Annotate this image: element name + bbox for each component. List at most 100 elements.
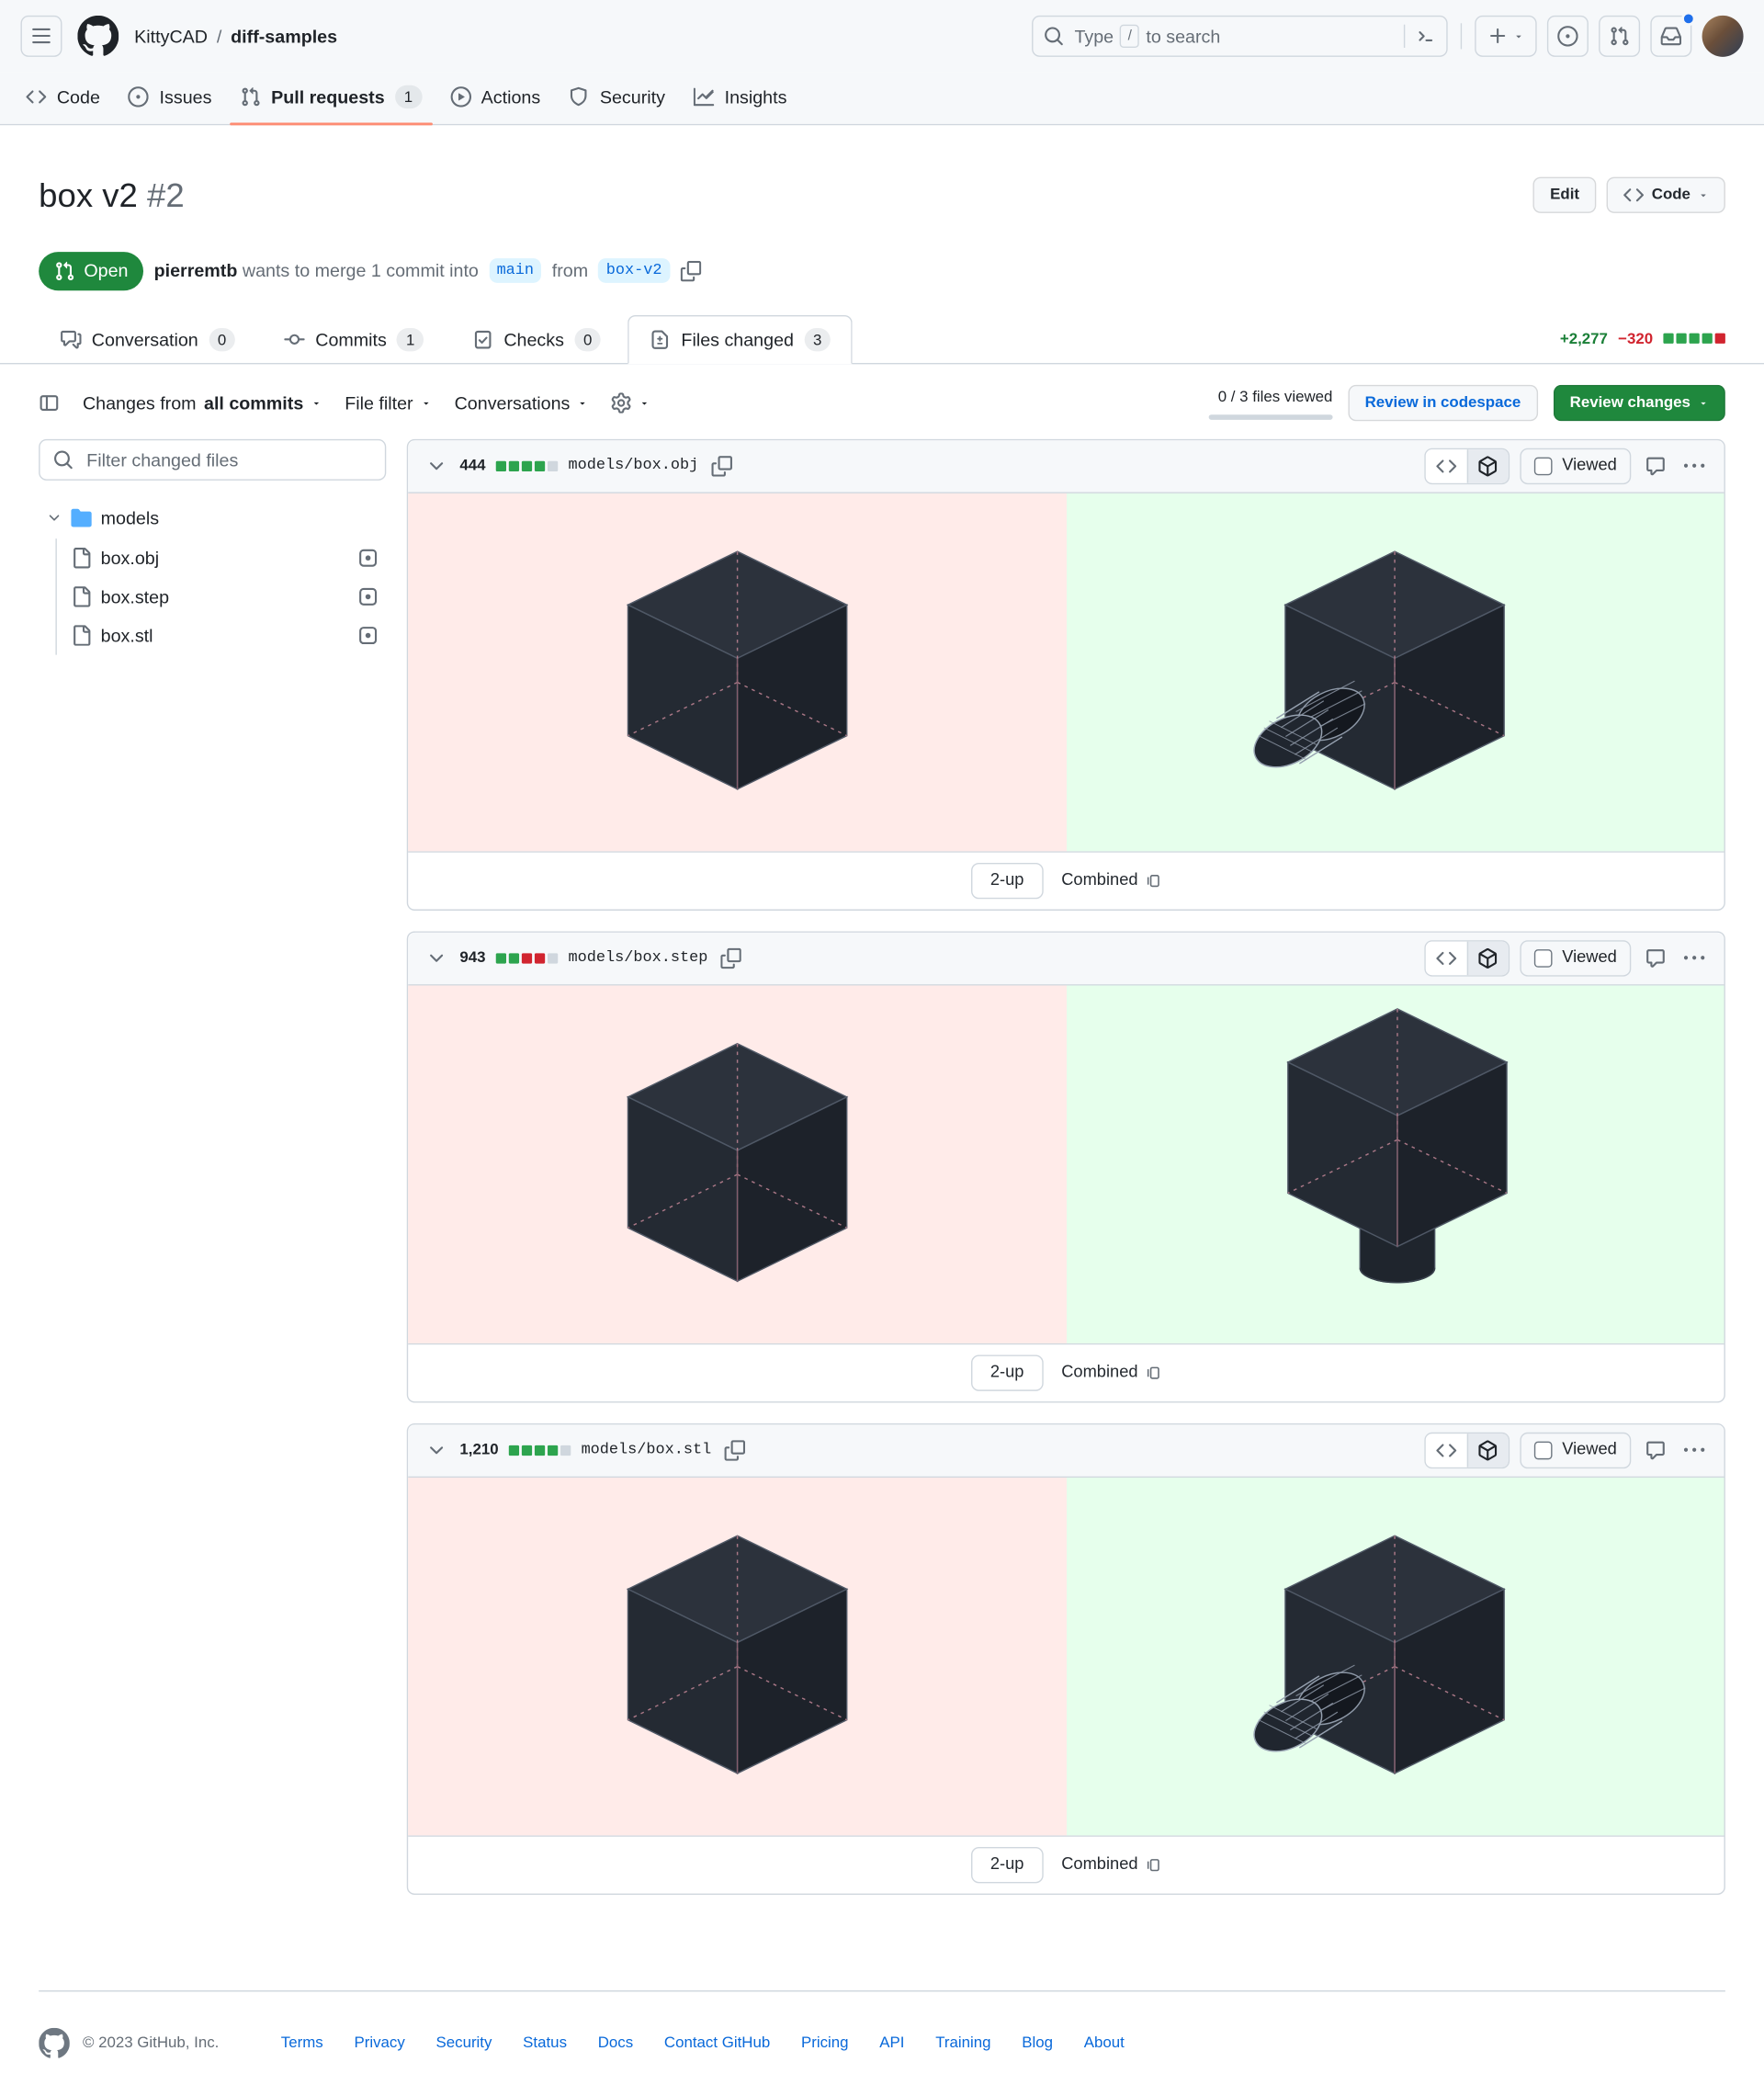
comment-button[interactable] — [1642, 944, 1670, 972]
two-up-button[interactable]: 2-up — [970, 1354, 1044, 1391]
caret-down-icon — [421, 398, 431, 408]
footer-link-security[interactable]: Security — [435, 2032, 492, 2054]
comment-button[interactable] — [1642, 452, 1670, 481]
viewed-toggle[interactable]: Viewed — [1519, 940, 1632, 977]
file-path-link[interactable]: models/box.step — [569, 947, 708, 969]
viewed-toggle[interactable]: Viewed — [1519, 448, 1632, 484]
chevron-down-icon — [47, 510, 62, 526]
file-path-link[interactable]: models/box.obj — [569, 455, 699, 477]
caret-down-icon — [1513, 31, 1523, 41]
footer-link-blog[interactable]: Blog — [1022, 2032, 1053, 2054]
filter-files-field[interactable] — [39, 438, 387, 481]
collapse-file-button[interactable] — [424, 1437, 449, 1463]
chevron-down-icon — [426, 1440, 447, 1460]
chevron-down-icon — [426, 948, 447, 969]
combined-icon — [1146, 873, 1161, 889]
github-logo[interactable] — [77, 16, 119, 57]
files-viewed-progress: 0 / 3 files viewed — [1208, 386, 1333, 420]
search-icon — [53, 449, 74, 470]
footer-link-about[interactable]: About — [1084, 2032, 1125, 2054]
plus-icon — [1487, 26, 1508, 46]
source-view-button[interactable] — [1425, 941, 1467, 976]
file-filter-dropdown[interactable]: File filter — [345, 390, 431, 416]
review-in-codespace-button[interactable]: Review in codespace — [1348, 384, 1538, 422]
footer-link-api[interactable]: API — [879, 2032, 904, 2054]
comment-icon — [1645, 1440, 1666, 1460]
footer-link-status[interactable]: Status — [523, 2032, 567, 2054]
footer-link-privacy[interactable]: Privacy — [354, 2032, 404, 2054]
conversations-dropdown[interactable]: Conversations — [455, 390, 588, 416]
copy-path-button[interactable] — [718, 946, 744, 971]
cube-icon — [1477, 456, 1498, 476]
repo-tab-pull-requests[interactable]: Pull requests 1 — [230, 73, 432, 127]
repo-tab-code[interactable]: Code — [16, 73, 110, 125]
tab-commits[interactable]: Commits 1 — [263, 314, 446, 364]
source-view-button[interactable] — [1425, 1433, 1467, 1467]
cube-icon — [1477, 1440, 1498, 1460]
issues-dashboard-button[interactable] — [1546, 15, 1589, 57]
collapse-file-button[interactable] — [424, 453, 449, 479]
hamburger-menu-button[interactable] — [20, 15, 62, 57]
review-changes-button[interactable]: Review changes — [1553, 384, 1725, 422]
graph-icon — [694, 86, 714, 107]
footer-link-pricing[interactable]: Pricing — [801, 2032, 849, 2054]
breadcrumb-repo-link[interactable]: diff-samples — [231, 23, 337, 50]
file-path-link[interactable]: models/box.stl — [582, 1439, 712, 1461]
old-model-render — [627, 551, 848, 791]
combined-button[interactable]: Combined — [1061, 1361, 1161, 1385]
file-options-kebab-button[interactable] — [1680, 944, 1709, 972]
two-up-button[interactable]: 2-up — [970, 1846, 1044, 1884]
collapse-file-button[interactable] — [424, 946, 449, 971]
source-view-button[interactable] — [1425, 449, 1467, 483]
tab-files-changed[interactable]: Files changed 3 — [628, 314, 854, 365]
combined-button[interactable]: Combined — [1061, 868, 1161, 892]
head-branch-label[interactable]: box-v2 — [598, 258, 670, 283]
copy-path-button[interactable] — [708, 453, 734, 479]
toggle-file-tree-button[interactable] — [39, 392, 59, 413]
repo-tab-security[interactable]: Security — [559, 73, 675, 125]
viewed-toggle[interactable]: Viewed — [1519, 1432, 1632, 1469]
tree-file-box-obj[interactable]: box.obj — [63, 538, 386, 577]
copy-path-button[interactable] — [722, 1437, 748, 1463]
file-header: 444 models/box.obj Viewed — [408, 440, 1724, 493]
shield-icon — [569, 86, 589, 107]
create-new-button[interactable] — [1475, 15, 1537, 57]
diff-settings-dropdown[interactable] — [611, 392, 650, 413]
two-up-button[interactable]: 2-up — [970, 862, 1044, 900]
rich-diff-view-button[interactable] — [1466, 1433, 1509, 1467]
site-footer: © 2023 GitHub, Inc. Terms Privacy Securi… — [39, 1989, 1725, 2085]
comment-button[interactable] — [1642, 1436, 1670, 1465]
tree-file-box-stl[interactable]: box.stl — [63, 616, 386, 654]
global-search-input[interactable]: Type / to search — [1032, 15, 1448, 57]
changes-from-dropdown[interactable]: Changes from all commits — [83, 390, 322, 416]
base-branch-label[interactable]: main — [489, 258, 542, 283]
repo-tab-issues[interactable]: Issues — [119, 73, 222, 125]
edit-button[interactable]: Edit — [1532, 176, 1597, 213]
pr-author-link[interactable]: pierremtb — [154, 260, 238, 280]
footer-link-terms[interactable]: Terms — [281, 2032, 323, 2054]
repo-tab-actions[interactable]: Actions — [440, 73, 551, 125]
repo-tab-insights[interactable]: Insights — [684, 73, 797, 125]
breadcrumb-owner-link[interactable]: KittyCAD — [134, 23, 208, 50]
footer-link-docs[interactable]: Docs — [598, 2032, 633, 2054]
command-palette-icon[interactable] — [1416, 26, 1436, 46]
rich-diff-2up — [408, 985, 1724, 1343]
combined-button[interactable]: Combined — [1061, 1853, 1161, 1876]
avatar[interactable] — [1702, 15, 1744, 57]
file-options-kebab-button[interactable] — [1680, 452, 1709, 481]
tab-checks[interactable]: Checks 0 — [451, 314, 623, 364]
file-options-kebab-button[interactable] — [1680, 1436, 1709, 1465]
pull-requests-dashboard-button[interactable] — [1599, 15, 1641, 57]
footer-github-logo[interactable] — [39, 2028, 70, 2059]
code-dropdown-button[interactable]: Code — [1606, 176, 1725, 213]
filter-files-input[interactable] — [84, 445, 372, 474]
rich-diff-view-button[interactable] — [1466, 941, 1509, 976]
footer-link-training[interactable]: Training — [935, 2032, 990, 2054]
footer-link-contact[interactable]: Contact GitHub — [664, 2032, 770, 2054]
tree-folder-models[interactable]: models — [39, 498, 386, 537]
tab-conversation[interactable]: Conversation 0 — [39, 314, 257, 364]
copy-branch-button[interactable] — [680, 260, 700, 280]
inbox-button[interactable] — [1650, 11, 1696, 57]
tree-file-box-step[interactable]: box.step — [63, 577, 386, 616]
rich-diff-view-button[interactable] — [1466, 449, 1509, 483]
